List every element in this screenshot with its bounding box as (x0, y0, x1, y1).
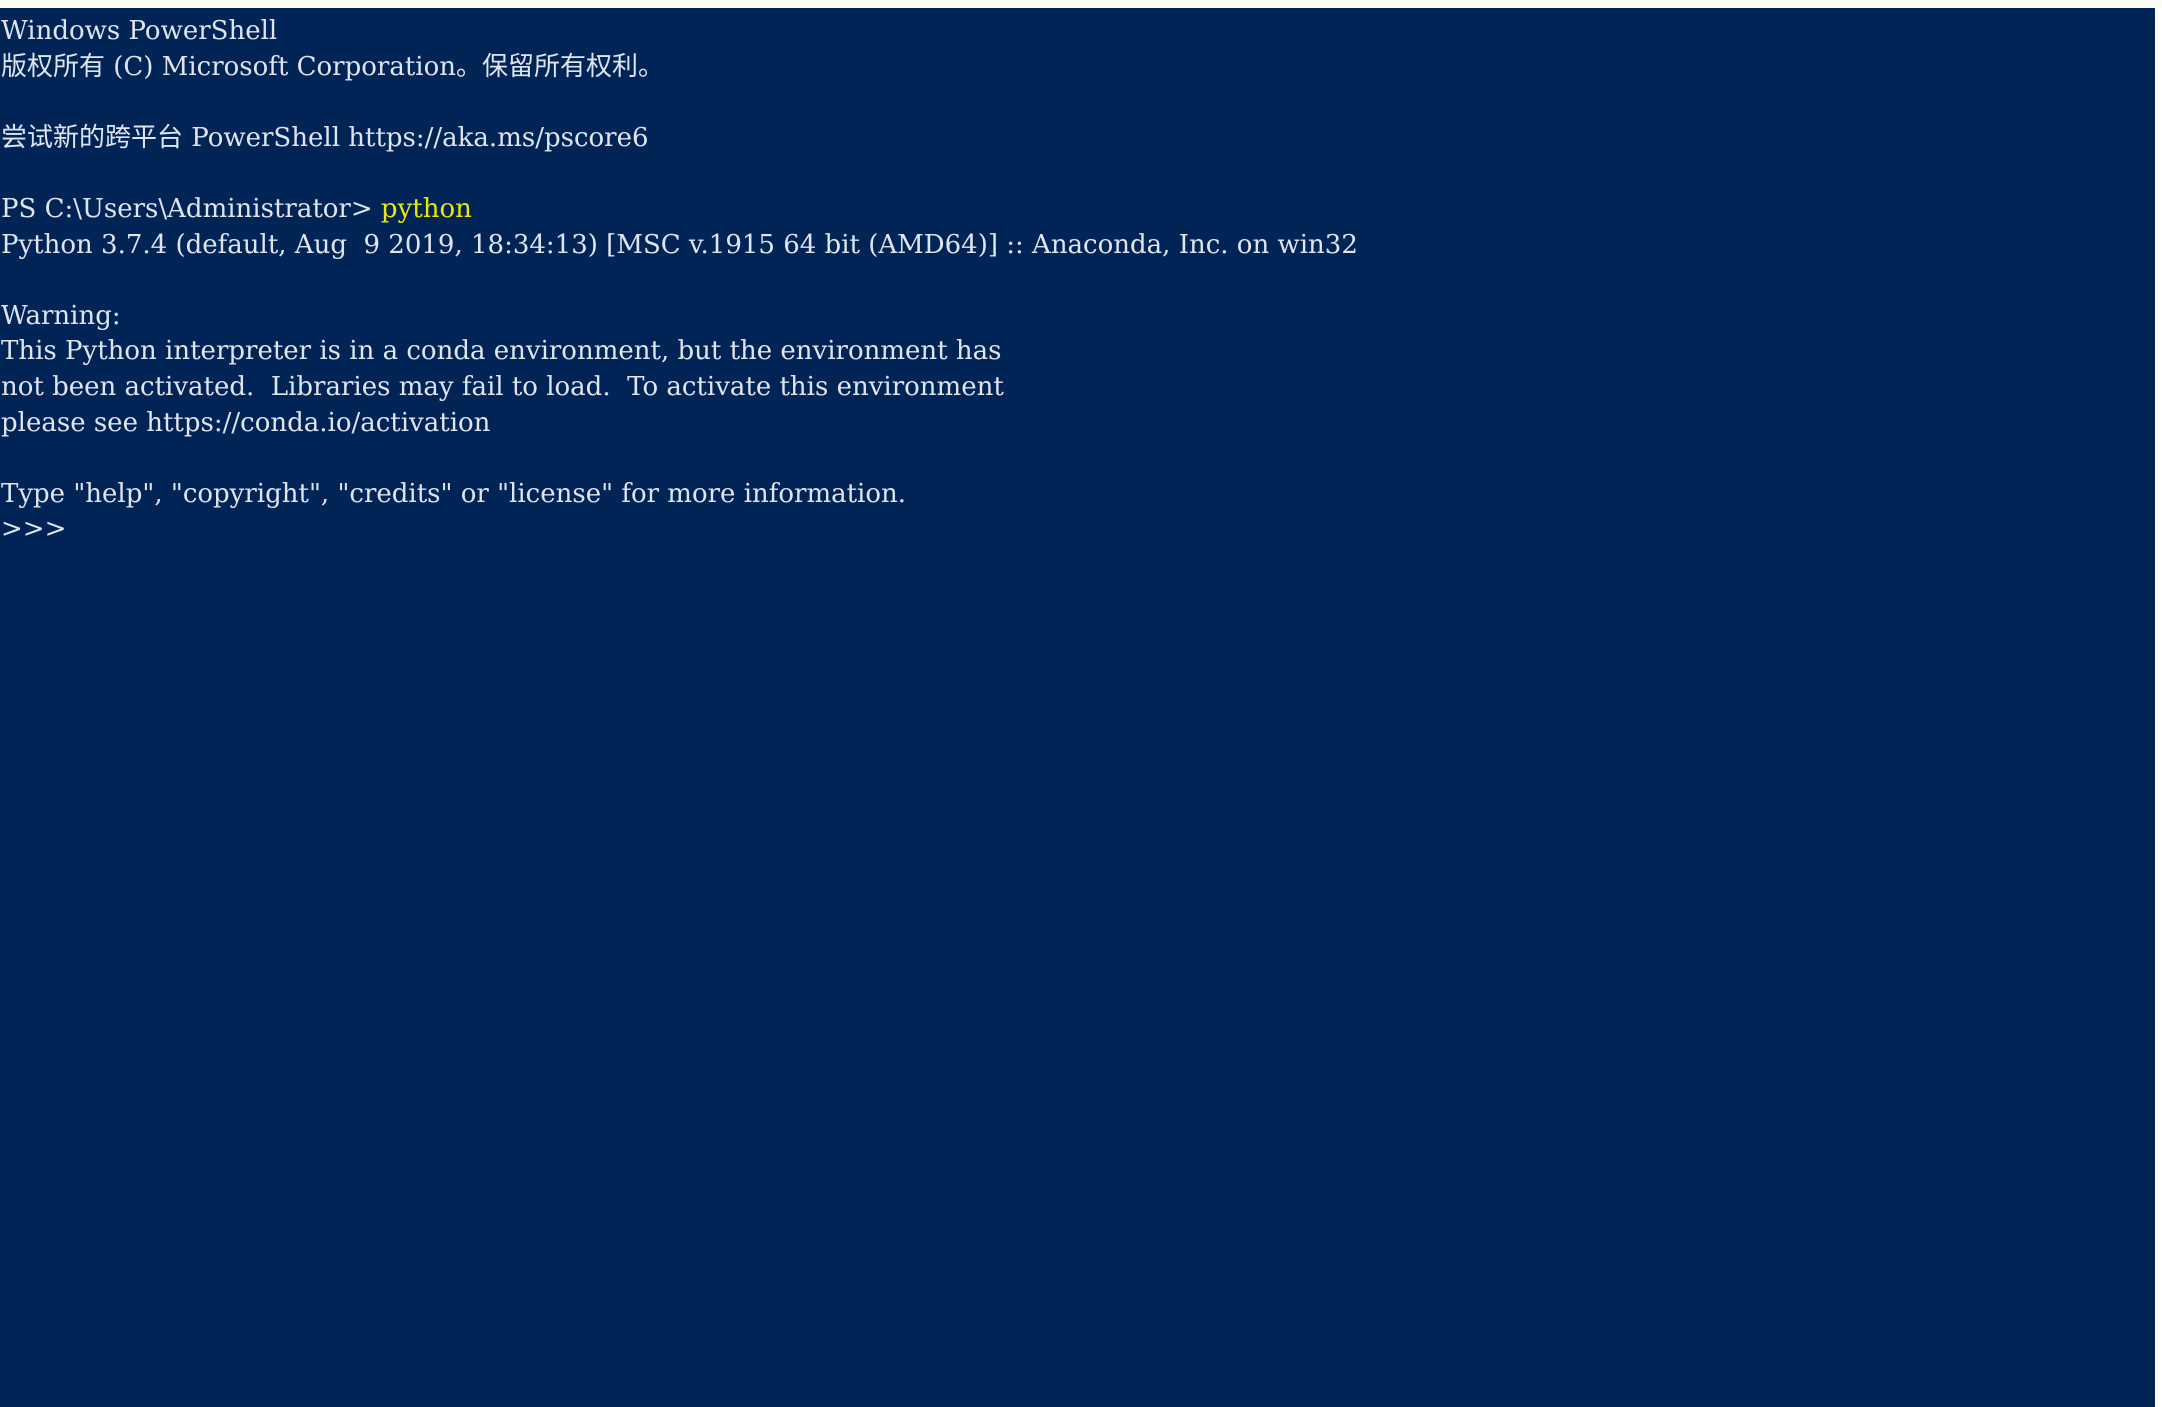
powershell-console-window[interactable]: Windows PowerShell 版权所有 (C) Microsoft Cor… (0, 8, 2155, 1407)
console-output-text: not been activated. Libraries may fail t… (1, 371, 1004, 402)
console-output-text: Windows PowerShell (1, 16, 278, 46)
console-line-warning-body-1: This Python interpreter is in a conda en… (0, 334, 2155, 370)
console-output-text: 版权所有 (C) Microsoft Corporation。保留所有权利。 (1, 51, 664, 82)
console-output-text (1, 443, 9, 473)
console-output-text: Warning: (1, 300, 121, 331)
console-line-banner-pscore-promo: 尝试新的跨平台 PowerShell https://aka.ms/pscore… (0, 121, 2155, 157)
console-line-python-repl-prompt: >>> (0, 512, 2155, 548)
console-blank-line-blank-4 (0, 441, 2155, 477)
console-line-warning-header: Warning: (0, 299, 2155, 335)
console-output-text: Python 3.7.4 (default, Aug 9 2019, 18:34… (1, 229, 1358, 260)
console-blank-line-blank-3 (0, 263, 2155, 299)
console-output-buffer[interactable]: Windows PowerShell 版权所有 (C) Microsoft Cor… (0, 14, 2155, 548)
console-line-python-version: Python 3.7.4 (default, Aug 9 2019, 18:34… (0, 228, 2155, 264)
console-line-banner-title: Windows PowerShell (0, 14, 2155, 50)
console-line-python-help-hint: Type "help", "copyright", "credits" or "… (0, 477, 2155, 513)
console-blank-line-blank-2 (0, 156, 2155, 192)
console-output-text: 尝试新的跨平台 PowerShell https://aka.ms/pscore… (1, 122, 649, 153)
console-output-text: >>> (1, 514, 67, 545)
window-top-trim (0, 0, 2162, 8)
window-right-trim (2155, 8, 2162, 1407)
console-output-text (1, 265, 9, 295)
console-prompt-text: PS C:\Users\Administrator> (1, 193, 381, 224)
console-blank-line-blank-1 (0, 85, 2155, 121)
console-output-text (1, 158, 9, 188)
console-line-warning-body-3: please see https://conda.io/activation (0, 406, 2155, 442)
console-line-banner-copyright: 版权所有 (C) Microsoft Corporation。保留所有权利。 (0, 50, 2155, 86)
console-line-prompt-python: PS C:\Users\Administrator> python (0, 192, 2155, 228)
console-output-text: This Python interpreter is in a conda en… (1, 336, 1002, 367)
console-line-warning-body-2: not been activated. Libraries may fail t… (0, 370, 2155, 406)
console-output-text (1, 87, 9, 117)
console-command-text: python (380, 193, 472, 224)
console-output-text: Type "help", "copyright", "credits" or "… (1, 478, 907, 509)
console-output-text: please see https://conda.io/activation (1, 407, 491, 438)
